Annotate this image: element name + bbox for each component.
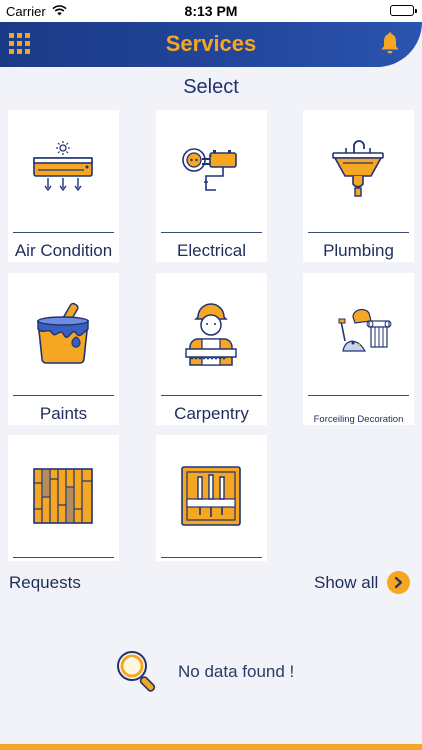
bell-icon[interactable]	[379, 32, 401, 56]
service-label: Forceiling Decoration	[313, 414, 404, 425]
service-label: Plumbing	[323, 241, 394, 260]
card-divider	[13, 557, 114, 558]
service-card-electrical[interactable]: Electrical	[156, 110, 267, 262]
service-card-tools[interactable]	[156, 435, 267, 561]
service-card-flooring[interactable]	[8, 435, 119, 561]
magnifier-icon	[117, 651, 156, 692]
card-divider	[161, 557, 262, 558]
service-label: Electrical	[177, 241, 246, 260]
card-divider	[308, 232, 409, 233]
status-time: 8:13 PM	[184, 3, 238, 19]
sink-icon	[332, 140, 384, 197]
ceiling-decoration-icon	[338, 308, 392, 352]
status-bar: Carrier 8:13 PM	[0, 0, 422, 22]
select-heading: Select	[183, 76, 239, 98]
battery-icon	[390, 5, 417, 16]
card-divider	[161, 395, 262, 396]
card-divider	[161, 232, 262, 233]
empty-state-message: No data found !	[178, 662, 295, 681]
service-card-plumbing[interactable]: Plumbing	[303, 110, 414, 262]
service-card-paints[interactable]: Paints	[8, 273, 119, 425]
card-divider	[308, 395, 409, 396]
service-card-carpentry[interactable]: Carpentry	[156, 273, 267, 425]
service-label: Carpentry	[174, 404, 249, 423]
bottom-accent-bar	[0, 744, 422, 750]
card-divider	[13, 395, 114, 396]
show-all-link[interactable]: Show all	[314, 573, 378, 593]
service-label: Paints	[39, 404, 88, 423]
tools-box-icon	[181, 466, 241, 526]
service-label: Air Condition	[14, 241, 113, 260]
wood-flooring-icon	[33, 468, 93, 524]
service-card-air-condition[interactable]: Air Condition	[8, 110, 119, 262]
paint-bucket-icon	[37, 302, 89, 364]
carpenter-icon	[185, 303, 237, 366]
air-conditioner-icon	[33, 141, 93, 192]
electrical-plug-icon	[182, 148, 237, 191]
chevron-right-icon[interactable]	[387, 571, 410, 594]
requests-heading: Requests	[9, 573, 81, 592]
card-divider	[13, 232, 114, 233]
app-header: Services	[0, 22, 422, 67]
service-card-forceiling-decoration[interactable]: Forceiling Decoration	[303, 273, 414, 425]
page-title: Services	[165, 31, 257, 56]
